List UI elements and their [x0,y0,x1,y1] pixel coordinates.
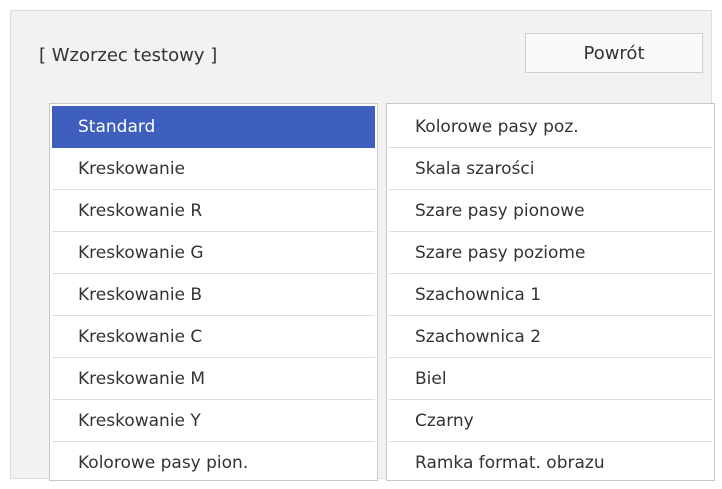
pattern-item-biel[interactable]: Biel [389,358,712,400]
pattern-item-standard[interactable]: Standard [52,106,375,148]
pattern-item-kreskowanie-m[interactable]: Kreskowanie M [52,358,375,400]
pattern-item-kreskowanie-y[interactable]: Kreskowanie Y [52,400,375,442]
pattern-list-left: Standard Kreskowanie Kreskowanie R Kresk… [49,103,378,481]
pattern-item-kolorowe-pasy-pion[interactable]: Kolorowe pasy pion. [52,442,375,484]
pattern-item-skala-szarosci[interactable]: Skala szarości [389,148,712,190]
pattern-item-kreskowanie-r[interactable]: Kreskowanie R [52,190,375,232]
pattern-item-kreskowanie-g[interactable]: Kreskowanie G [52,232,375,274]
pattern-item-szachownica-1[interactable]: Szachownica 1 [389,274,712,316]
pattern-item-czarny[interactable]: Czarny [389,400,712,442]
pattern-item-ramka-format-obrazu[interactable]: Ramka format. obrazu [389,442,712,484]
pattern-item-kreskowanie[interactable]: Kreskowanie [52,148,375,190]
pattern-item-szare-pasy-poziome[interactable]: Szare pasy poziome [389,232,712,274]
page-title: [ Wzorzec testowy ] [39,45,218,66]
test-pattern-panel: [ Wzorzec testowy ] Powrót Standard Kres… [10,10,715,481]
pattern-item-kreskowanie-c[interactable]: Kreskowanie C [52,316,375,358]
pattern-item-kreskowanie-b[interactable]: Kreskowanie B [52,274,375,316]
pattern-item-szachownica-2[interactable]: Szachownica 2 [389,316,712,358]
back-button[interactable]: Powrót [525,33,703,73]
pattern-item-kolorowe-pasy-poz[interactable]: Kolorowe pasy poz. [389,106,712,148]
pattern-item-szare-pasy-pionowe[interactable]: Szare pasy pionowe [389,190,712,232]
pattern-list-right: Kolorowe pasy poz. Skala szarości Szare … [386,103,715,481]
